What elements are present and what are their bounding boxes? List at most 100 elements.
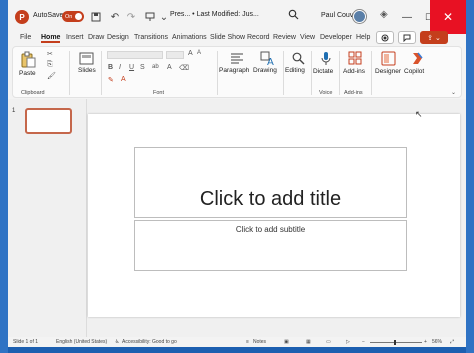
addins-group: Add-ins Add-ins — [341, 47, 369, 99]
addins-group-label: Add-ins — [344, 90, 363, 96]
find-icon[interactable] — [290, 51, 306, 65]
slide-canvas[interactable]: Click to add title Click to add subtitle — [88, 114, 460, 317]
zoom-out-icon[interactable]: − — [362, 339, 365, 345]
font-name-select[interactable] — [107, 51, 163, 59]
ribbon-divider — [371, 51, 372, 95]
subtitle-placeholder[interactable]: Click to add subtitle — [134, 220, 407, 271]
slide-sorter-icon[interactable]: ▦ — [306, 339, 311, 345]
fit-slide-icon[interactable]: ⤢ — [450, 339, 454, 345]
cut-icon[interactable]: ✂ — [47, 50, 53, 58]
thumbnail-pane-divider[interactable] — [86, 99, 87, 337]
voice-group: Dictate Voice — [313, 47, 339, 99]
copy-icon[interactable]: ⎘ — [47, 61, 53, 69]
drawing-button[interactable]: Drawing — [253, 67, 277, 74]
tab-animations[interactable]: Animations — [172, 34, 207, 41]
designer-group: Designer — [373, 47, 403, 99]
autosave-toggle[interactable]: On — [62, 11, 84, 22]
title-placeholder-text: Click to add title — [199, 188, 342, 210]
editor-area: 1 Click to add title Click to add subtit… — [8, 99, 466, 337]
addins-button[interactable]: Add-ins — [343, 68, 365, 75]
accessibility-status[interactable]: Accessibility: Good to go — [122, 339, 177, 345]
paste-button[interactable]: Paste — [19, 70, 36, 77]
diamond-icon[interactable]: ◈ — [380, 9, 388, 20]
highlight-icon[interactable]: ✎ — [108, 76, 114, 84]
ribbon-divider — [311, 51, 312, 95]
designer-button[interactable]: Designer — [375, 68, 401, 75]
tab-insert[interactable]: Insert — [66, 34, 84, 41]
underline-button[interactable]: U — [129, 64, 134, 71]
copilot-icon[interactable] — [409, 50, 425, 66]
format-painter-icon[interactable]: 🖌 — [47, 72, 56, 80]
search-icon[interactable] — [288, 9, 299, 20]
strikethrough-button[interactable]: S — [140, 64, 145, 71]
notes-icon[interactable]: ≡ — [246, 339, 249, 345]
addins-icon[interactable] — [347, 50, 363, 66]
dictate-button[interactable]: Dictate — [313, 68, 333, 75]
designer-icon[interactable] — [380, 50, 396, 66]
tab-home[interactable]: Home — [41, 34, 61, 43]
slides-button[interactable]: Slides — [78, 67, 96, 74]
ribbon-divider — [69, 51, 70, 95]
tab-review[interactable]: Review — [273, 34, 296, 41]
editing-button[interactable]: Editing — [285, 67, 305, 74]
avatar[interactable] — [353, 10, 366, 23]
paste-icon[interactable] — [19, 50, 37, 68]
char-spacing-button[interactable]: ab — [152, 64, 159, 70]
collapse-ribbon-icon[interactable]: ⌄ — [451, 89, 456, 96]
slide-thumbnail[interactable] — [25, 108, 72, 134]
shapes-icon[interactable]: A — [259, 50, 275, 66]
zoom-in-icon[interactable]: + — [424, 339, 427, 345]
drawing-group: A Drawing — [251, 47, 283, 99]
microphone-icon[interactable] — [318, 50, 334, 66]
clipboard-group: Paste ✂ ⎘ 🖌 Clipboard — [13, 47, 69, 99]
decrease-font-icon[interactable]: A — [197, 50, 201, 56]
redo-icon[interactable]: ↷ — [125, 10, 137, 24]
font-size-select[interactable] — [166, 51, 184, 59]
italic-button[interactable]: I — [119, 64, 121, 71]
copilot-button[interactable]: Copilot — [404, 68, 424, 75]
tab-view[interactable]: View — [300, 34, 315, 41]
comments-button[interactable] — [398, 31, 416, 44]
save-icon[interactable] — [90, 10, 102, 24]
share-button[interactable]: ⇪ ⌄ — [420, 31, 448, 44]
minimize-icon[interactable]: — — [396, 6, 418, 28]
accessibility-icon[interactable]: ♿ — [115, 339, 119, 345]
slide-count: Slide 1 of 1 — [13, 339, 39, 345]
tab-design[interactable]: Design — [107, 34, 129, 41]
title-placeholder[interactable]: Click to add title — [134, 147, 407, 218]
paragraph-icon[interactable] — [229, 51, 245, 65]
font-case-button[interactable]: A — [167, 64, 172, 71]
close-icon[interactable]: ✕ — [430, 0, 466, 34]
slideshow-view-icon[interactable]: ▷ — [346, 339, 350, 345]
thumbnail-number: 1 — [12, 108, 16, 114]
more-icon[interactable]: ⌄ — [158, 10, 170, 24]
document-title[interactable]: Pres... • Last Modified: Jus... — [170, 11, 259, 18]
increase-font-icon[interactable]: A — [188, 50, 193, 57]
reading-view-icon[interactable]: ▭ — [326, 339, 331, 345]
present-icon[interactable] — [144, 10, 156, 24]
font-group-label: Font — [153, 90, 165, 96]
clear-format-icon[interactable]: ⌫ — [179, 64, 189, 72]
tab-transitions[interactable]: Transitions — [134, 34, 168, 41]
tab-developer[interactable]: Developer — [320, 34, 352, 41]
zoom-slider[interactable] — [370, 342, 422, 343]
svg-text:A: A — [267, 57, 274, 66]
paragraph-button[interactable]: Paragraph — [219, 67, 249, 74]
notes-button[interactable]: Notes — [253, 339, 266, 345]
tab-draw[interactable]: Draw — [88, 34, 104, 41]
undo-icon[interactable]: ↶ — [109, 10, 121, 24]
normal-view-icon[interactable]: ▣ — [284, 339, 289, 345]
tab-slide-show[interactable]: Slide Show — [210, 34, 245, 41]
new-slide-icon[interactable] — [78, 51, 94, 65]
zoom-level[interactable]: 56% — [432, 339, 442, 345]
font-color-icon[interactable]: A — [121, 76, 126, 83]
record-button[interactable] — [376, 31, 394, 44]
tab-help[interactable]: Help — [356, 34, 370, 41]
taskbar — [8, 347, 466, 353]
language-status[interactable]: English (United States) — [56, 339, 107, 345]
zoom-slider-thumb[interactable] — [394, 340, 396, 345]
slides-group: Slides — [73, 47, 99, 99]
tab-file[interactable]: File — [20, 34, 31, 41]
tab-record[interactable]: Record — [247, 34, 270, 41]
bold-button[interactable]: B — [108, 64, 113, 71]
